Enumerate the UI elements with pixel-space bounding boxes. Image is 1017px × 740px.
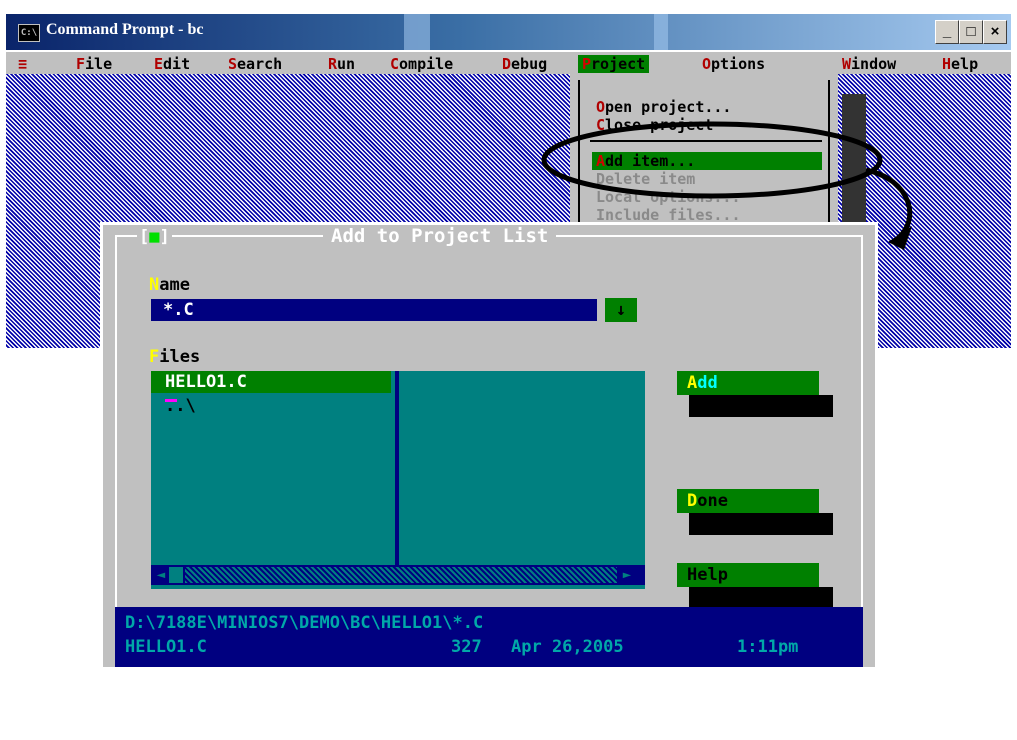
menu-file[interactable]: File [76, 55, 112, 73]
scroll-left-icon[interactable]: ◄ [151, 565, 171, 585]
help-button[interactable]: Help [677, 563, 819, 587]
maximize-button[interactable]: □ [959, 20, 983, 44]
menu-help[interactable]: Help [942, 55, 978, 73]
project-menu-dropdown: Open project... Close project Add item..… [570, 74, 838, 234]
button-shadow [689, 395, 833, 417]
menu-window[interactable]: Window [842, 55, 896, 73]
menu-item-close-project[interactable]: Close project [596, 116, 713, 134]
add-button[interactable]: Add [677, 371, 819, 395]
title-bar-artifact [404, 14, 430, 50]
menu-edit[interactable]: Edit [154, 55, 190, 73]
selected-file-name: HELLO1.C [125, 637, 207, 657]
horizontal-scrollbar[interactable]: ◄ ► [151, 565, 645, 585]
menu-bar: ≡ File Edit Search Run Compile Debug Pro… [6, 52, 1011, 74]
selected-file-time: 1:11pm [737, 637, 799, 657]
add-to-project-dialog: [■] Add to Project List Name *.C ↓ Files… [100, 222, 878, 670]
menu-debug[interactable]: Debug [502, 55, 547, 73]
button-shadow [689, 513, 833, 535]
menu-options[interactable]: Options [702, 55, 765, 73]
list-item[interactable]: ..\ [151, 395, 196, 417]
menu-system[interactable]: ≡ [18, 55, 27, 73]
selected-file-size: 327 [451, 637, 482, 657]
menu-compile[interactable]: Compile [390, 55, 453, 73]
menu-separator [590, 140, 822, 142]
current-path: D:\7188E\MINIOS7\DEMO\BC\HELLO1\*.C [125, 613, 484, 633]
files-list[interactable]: HELLO1.C ..\ ◄ ► [151, 371, 645, 589]
close-button[interactable]: × [983, 20, 1007, 44]
file-info-bar: D:\7188E\MINIOS7\DEMO\BC\HELLO1\*.C HELL… [115, 607, 863, 667]
menu-project[interactable]: Project [578, 55, 650, 73]
scroll-thumb[interactable] [169, 567, 183, 583]
title-bar-artifact [654, 14, 668, 50]
list-item[interactable]: HELLO1.C [151, 371, 391, 393]
cmd-app-icon[interactable]: C:\ [18, 24, 40, 42]
menu-item-delete-item: Delete item [596, 170, 696, 188]
name-label: Name [149, 275, 190, 295]
files-label: Files [149, 347, 201, 367]
scroll-right-icon[interactable]: ► [617, 565, 637, 585]
name-input[interactable]: *.C [151, 299, 597, 321]
menu-item-open-project[interactable]: Open project... [596, 98, 731, 116]
menu-item-add-item[interactable]: Add item... [592, 152, 822, 170]
menu-search[interactable]: Search [228, 55, 282, 73]
menu-item-local-options: Local options... [596, 188, 741, 206]
dialog-close-box[interactable]: [■] [137, 227, 172, 247]
column-divider [395, 371, 399, 565]
window-title: Command Prompt - bc [46, 21, 204, 38]
selected-file-date: Apr 26,2005 [511, 637, 624, 657]
title-bar[interactable]: C:\ Command Prompt - bc _ □ × [6, 14, 1011, 50]
minimize-button[interactable]: _ [935, 20, 959, 44]
scroll-track[interactable] [185, 567, 617, 583]
button-shadow [689, 587, 833, 609]
done-button[interactable]: Done [677, 489, 819, 513]
menu-run[interactable]: Run [328, 55, 355, 73]
dialog-title: Add to Project List [323, 225, 557, 247]
name-history-arrow-icon[interactable]: ↓ [605, 298, 637, 322]
